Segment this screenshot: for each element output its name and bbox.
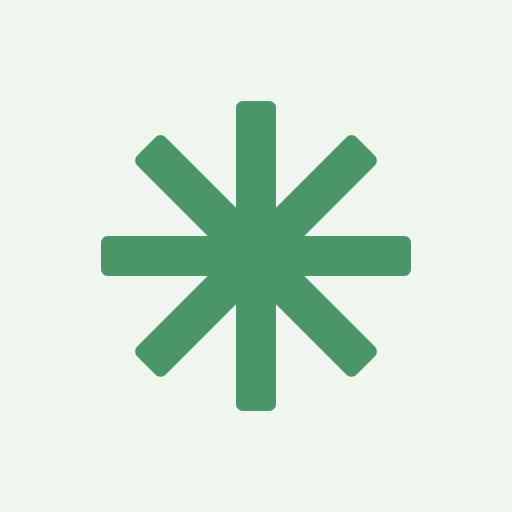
- asterisk-icon: [101, 101, 411, 411]
- icon-canvas: [0, 0, 512, 512]
